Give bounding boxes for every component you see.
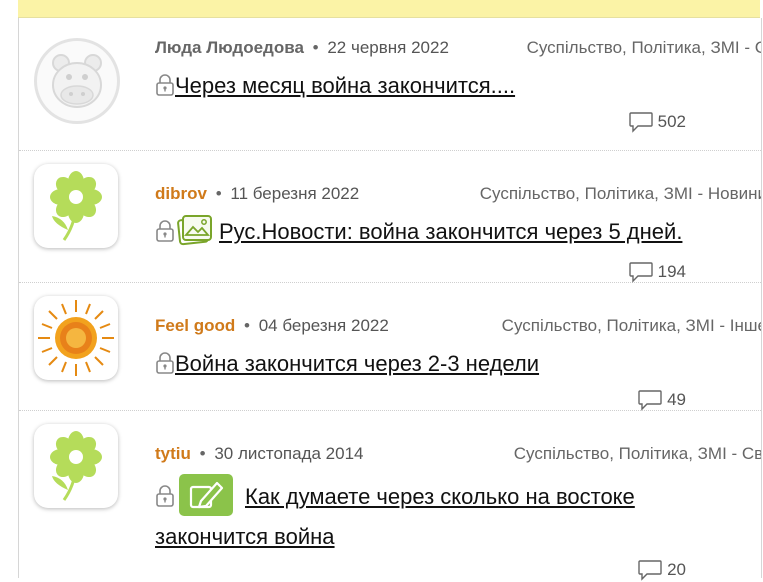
- lock-icon: [155, 215, 175, 242]
- list-item: Feel good • 04 березня 2022 Суспільство,…: [19, 282, 761, 411]
- speech-bubble-icon: [638, 390, 662, 411]
- author-link[interactable]: dibrov: [155, 184, 207, 203]
- post-title-link[interactable]: закончится война: [155, 524, 335, 549]
- speech-bubble-icon: [628, 112, 653, 133]
- post-meta: Feel good • 04 березня 2022 Суспільство,…: [155, 316, 761, 336]
- category-link[interactable]: Суспільство, Політика, ЗМІ - Новини: [480, 184, 761, 204]
- category-link[interactable]: Суспільство, Політика, ЗМІ - Сві: [514, 444, 761, 464]
- separator-dot: •: [244, 316, 250, 335]
- comment-count[interactable]: 194: [628, 260, 686, 284]
- separator-dot: •: [312, 38, 319, 57]
- comment-count-value: 194: [657, 262, 686, 281]
- author-link[interactable]: Feel good: [155, 316, 235, 335]
- category-link[interactable]: Суспільство, Політика, ЗМІ - С: [527, 38, 761, 58]
- post-meta: dibrov • 11 березня 2022 Суспільство, По…: [155, 184, 761, 204]
- comment-count[interactable]: 20: [637, 558, 686, 582]
- speech-bubble-icon: [628, 262, 653, 283]
- comment-count[interactable]: 502: [628, 110, 686, 134]
- comment-count-value: 20: [667, 560, 686, 579]
- image-badge-icon: [177, 213, 213, 247]
- top-banner: [18, 0, 760, 18]
- lock-icon: [155, 69, 175, 96]
- post-title: Через месяц война закончится....: [155, 66, 741, 106]
- post-title-link[interactable]: Через месяц война закончится....: [175, 73, 515, 98]
- edit-badge-icon: [179, 474, 233, 516]
- lock-icon: [155, 347, 175, 374]
- post-date: 11 березня 2022: [230, 184, 360, 203]
- comment-count[interactable]: 49: [637, 388, 686, 412]
- post-meta: Люда Людоедова • 22 червня 2022 Суспільс…: [155, 38, 761, 58]
- post-title-link[interactable]: Война закончится через 2-3 недели: [175, 351, 539, 376]
- post-date: 04 березня 2022: [258, 316, 389, 335]
- author-link[interactable]: tytiu: [155, 444, 191, 463]
- comment-count-value: 49: [667, 390, 686, 409]
- hippo-placeholder-icon[interactable]: [34, 38, 120, 124]
- post-title-link[interactable]: Как думаете через сколько на востоке: [245, 484, 635, 509]
- post-title-link[interactable]: Рус.Новости: война закончится через 5 дн…: [219, 219, 682, 244]
- author-link[interactable]: Люда Людоедова: [155, 38, 304, 57]
- post-meta: tytiu • 30 листопада 2014 Суспільство, П…: [155, 444, 761, 464]
- lock-icon: [155, 480, 175, 507]
- post-title: Война закончится через 2-3 недели: [155, 344, 741, 384]
- category-link[interactable]: Суспільство, Політика, ЗМІ - Інше: [502, 316, 761, 336]
- speech-bubble-icon: [638, 560, 662, 581]
- separator-dot: •: [215, 184, 222, 203]
- sun-icon[interactable]: [34, 296, 118, 380]
- list-item: tytiu • 30 листопада 2014 Суспільство, П…: [19, 410, 761, 581]
- post-title: Рус.Новости: война закончится через 5 дн…: [155, 212, 741, 252]
- post-title: Как думаете через сколько на востоке зако…: [155, 474, 741, 557]
- list-item: Люда Людоедова • 22 червня 2022 Суспільс…: [19, 18, 761, 151]
- separator-dot: •: [199, 444, 206, 463]
- flower-icon[interactable]: [34, 424, 118, 508]
- flower-icon[interactable]: [34, 164, 118, 248]
- list-item: dibrov • 11 березня 2022 Суспільство, По…: [19, 150, 761, 283]
- comment-count-value: 502: [657, 112, 686, 131]
- post-list: Люда Людоедова • 22 червня 2022 Суспільс…: [18, 18, 762, 581]
- post-date: 30 листопада 2014: [214, 444, 364, 463]
- post-date: 22 червня 2022: [327, 38, 449, 57]
